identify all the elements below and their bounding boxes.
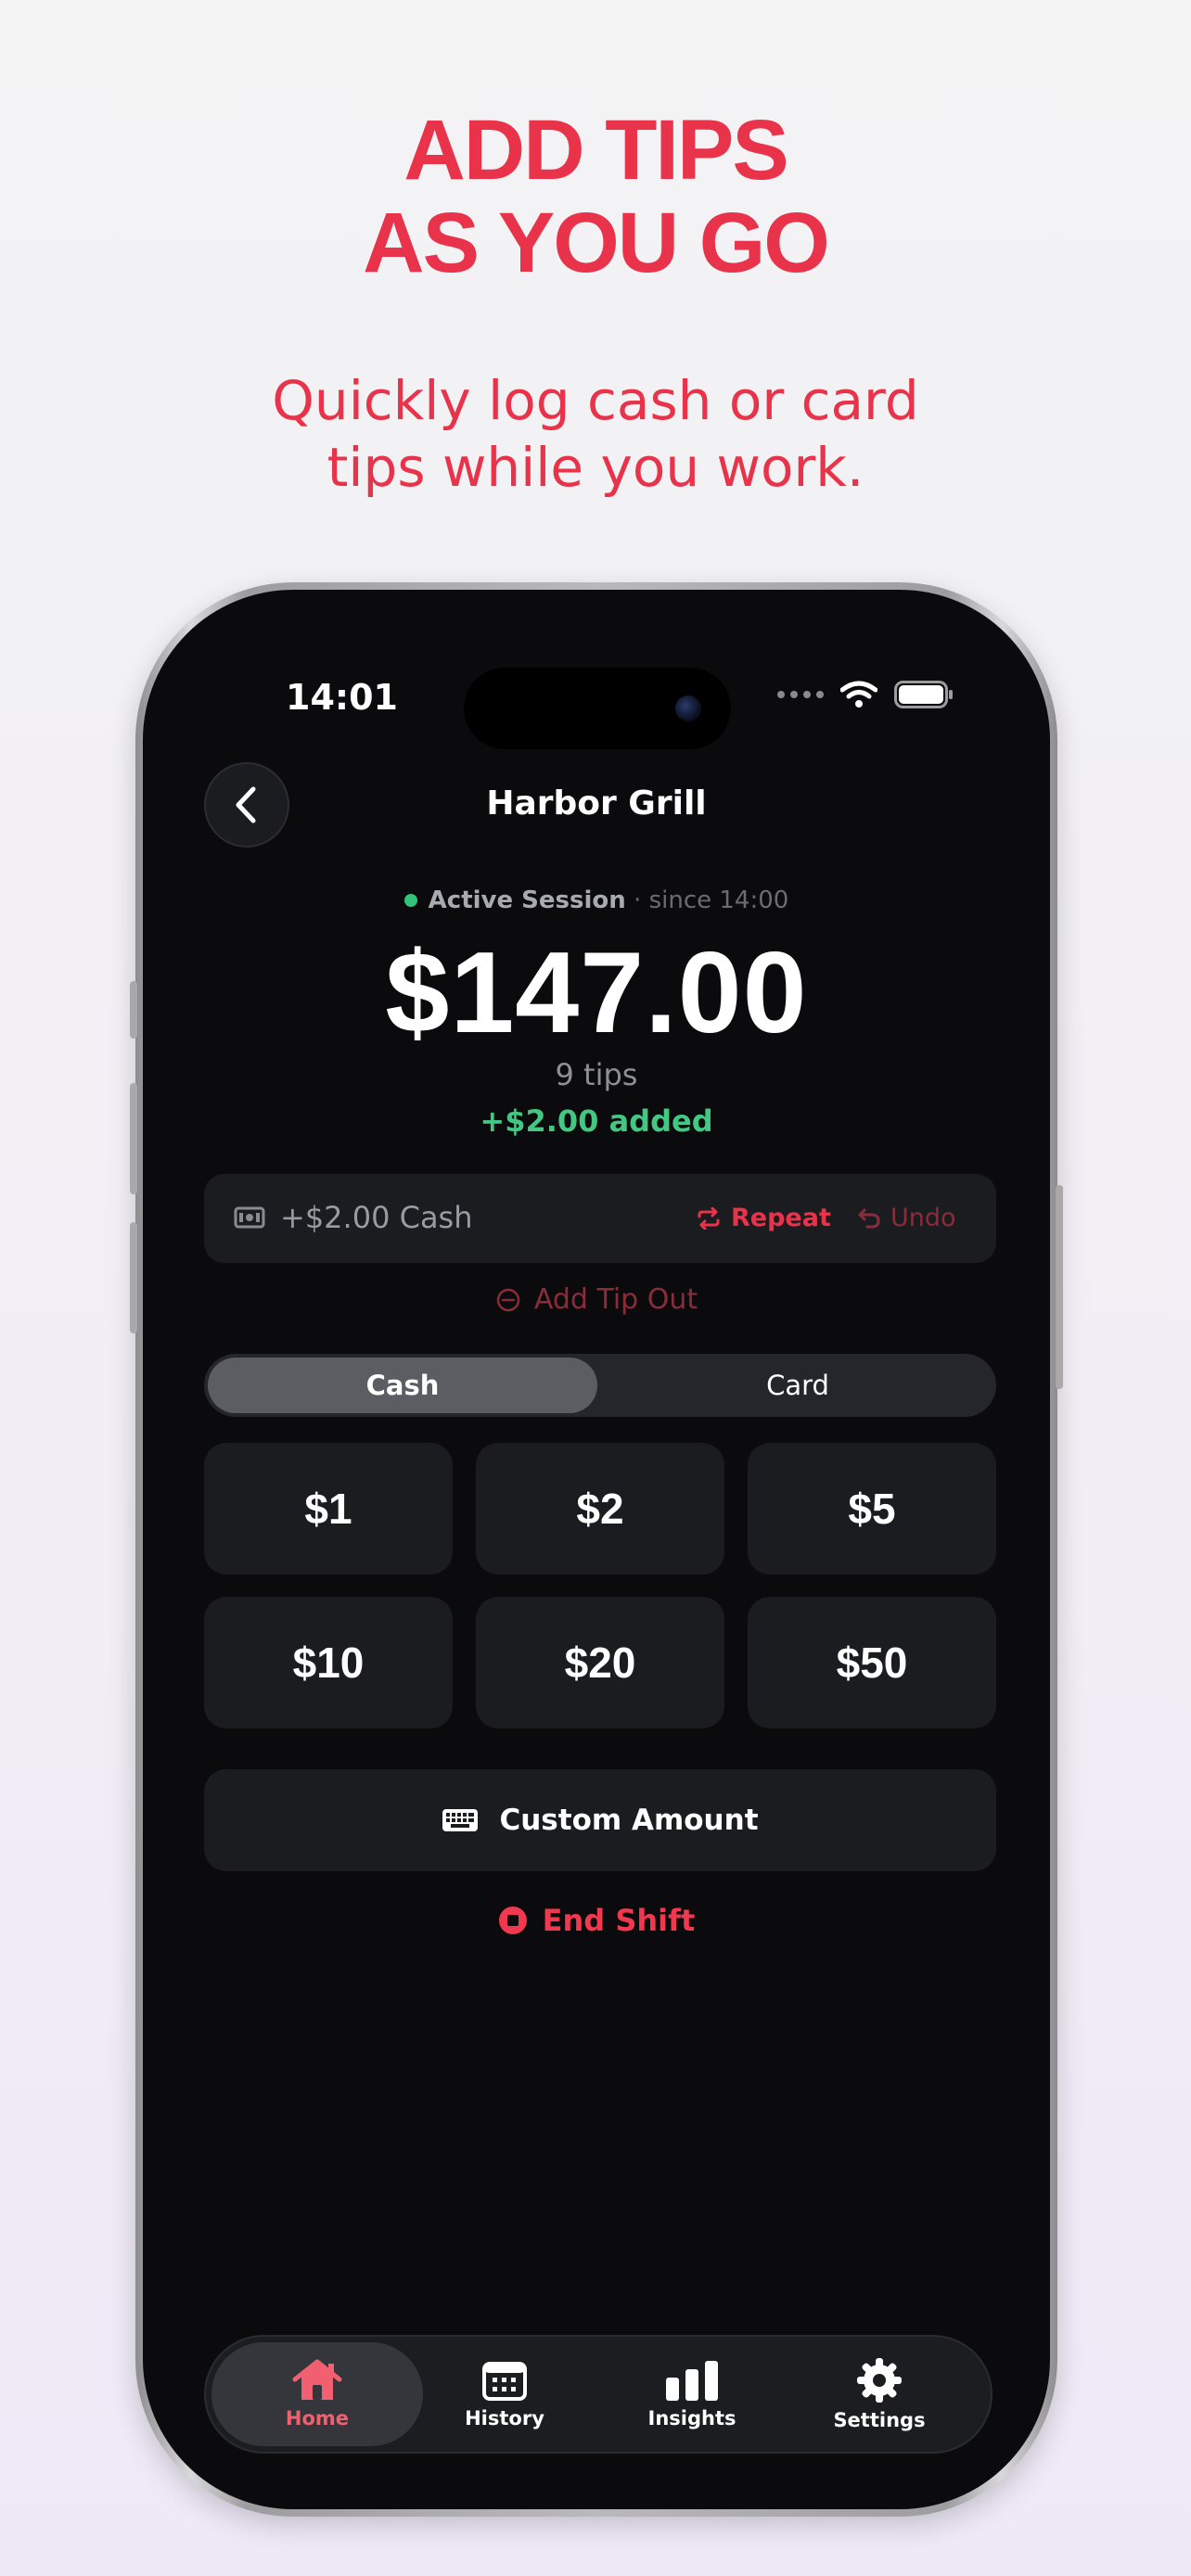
amount-button-50[interactable]: $50 — [748, 1597, 996, 1728]
tab-home[interactable]: Home — [211, 2342, 423, 2446]
tip-type-cash[interactable]: Cash — [208, 1358, 597, 1413]
tip-type-card[interactable]: Card — [603, 1358, 992, 1413]
page-title: Harbor Grill — [486, 784, 707, 823]
tab-insights[interactable]: Insights — [586, 2342, 798, 2446]
tip-out-label: Add Tip Out — [533, 1283, 698, 1316]
undo-button[interactable]: Undo — [857, 1204, 956, 1232]
minus-circle-icon — [496, 1288, 520, 1311]
banknote-icon — [234, 1206, 265, 1229]
custom-amount-button[interactable]: Custom Amount — [204, 1769, 996, 1871]
tab-insights-label: Insights — [647, 2407, 736, 2429]
session-status: Active Session · since 14:00 — [165, 886, 1028, 914]
volume-up-button — [130, 1083, 137, 1194]
gear-icon — [857, 2358, 902, 2403]
session-status-label: Active Session — [428, 886, 626, 914]
app-screen: 14:01 Harbor Grill Active Session · sinc… — [165, 612, 1028, 2487]
tab-settings-label: Settings — [833, 2409, 926, 2431]
active-dot-icon — [403, 894, 417, 907]
dynamic-island — [464, 668, 731, 749]
keyboard-icon — [442, 1809, 479, 1831]
add-tip-out-button[interactable]: Add Tip Out — [165, 1283, 1028, 1316]
tip-type-segmented-control: Cash Card — [204, 1354, 996, 1417]
custom-amount-label: Custom Amount — [499, 1804, 759, 1837]
volume-down-button — [130, 1222, 137, 1333]
wifi-icon — [840, 681, 877, 708]
subline-line-1: Quickly log cash or card — [272, 369, 919, 432]
amount-button-10[interactable]: $10 — [204, 1597, 453, 1728]
repeat-icon — [698, 1206, 720, 1230]
battery-icon — [894, 681, 953, 708]
cellular-dots-icon — [777, 691, 824, 698]
end-shift-button[interactable]: End Shift — [165, 1903, 1028, 1938]
amount-button-5[interactable]: $5 — [748, 1443, 996, 1575]
subline-line-2: tips while you work. — [327, 436, 864, 499]
last-tip-text: +$2.00 Cash — [280, 1200, 473, 1235]
bar-chart-icon — [666, 2361, 718, 2401]
undo-icon — [858, 1208, 880, 1228]
amount-button-1[interactable]: $1 — [204, 1443, 453, 1575]
tab-history[interactable]: History — [399, 2342, 610, 2446]
promo-subline: Quickly log cash or card tips while you … — [0, 367, 1191, 501]
session-total: $147.00 — [385, 929, 808, 1057]
repeat-label: Repeat — [731, 1204, 831, 1232]
tab-bar: Home History Insights Settings — [204, 2335, 992, 2454]
end-shift-label: End Shift — [542, 1903, 696, 1938]
last-tip-bar: +$2.00 Cash Repeat Undo — [204, 1174, 996, 1263]
tab-history-label: History — [465, 2407, 544, 2429]
headline-line-1: ADD TIPS — [403, 103, 788, 198]
tab-settings[interactable]: Settings — [774, 2342, 985, 2446]
power-button — [1056, 1185, 1063, 1389]
phone-frame: 14:01 Harbor Grill Active Session · sinc… — [130, 582, 1063, 2517]
added-amount: +$2.00 added — [480, 1103, 713, 1139]
undo-label: Undo — [890, 1204, 956, 1232]
session-since: · since 14:00 — [634, 886, 789, 914]
calendar-icon — [482, 2362, 527, 2401]
headline-line-2: AS YOU GO — [363, 196, 830, 290]
house-icon — [292, 2359, 342, 2400]
status-indicators — [777, 681, 954, 708]
camera-icon — [675, 695, 701, 721]
amount-button-20[interactable]: $20 — [476, 1597, 724, 1728]
amount-button-2[interactable]: $2 — [476, 1443, 724, 1575]
stop-circle-icon — [498, 1906, 527, 1934]
quick-amount-grid: $1 $2 $5 $10 $20 $50 — [204, 1443, 996, 1728]
status-time: 14:01 — [286, 677, 398, 718]
tips-count: 9 tips — [555, 1057, 638, 1092]
repeat-button[interactable]: Repeat — [696, 1204, 831, 1232]
tab-home-label: Home — [285, 2407, 350, 2429]
promo-headline: ADD TIPS AS YOU GO — [0, 104, 1191, 289]
action-button — [130, 981, 137, 1039]
